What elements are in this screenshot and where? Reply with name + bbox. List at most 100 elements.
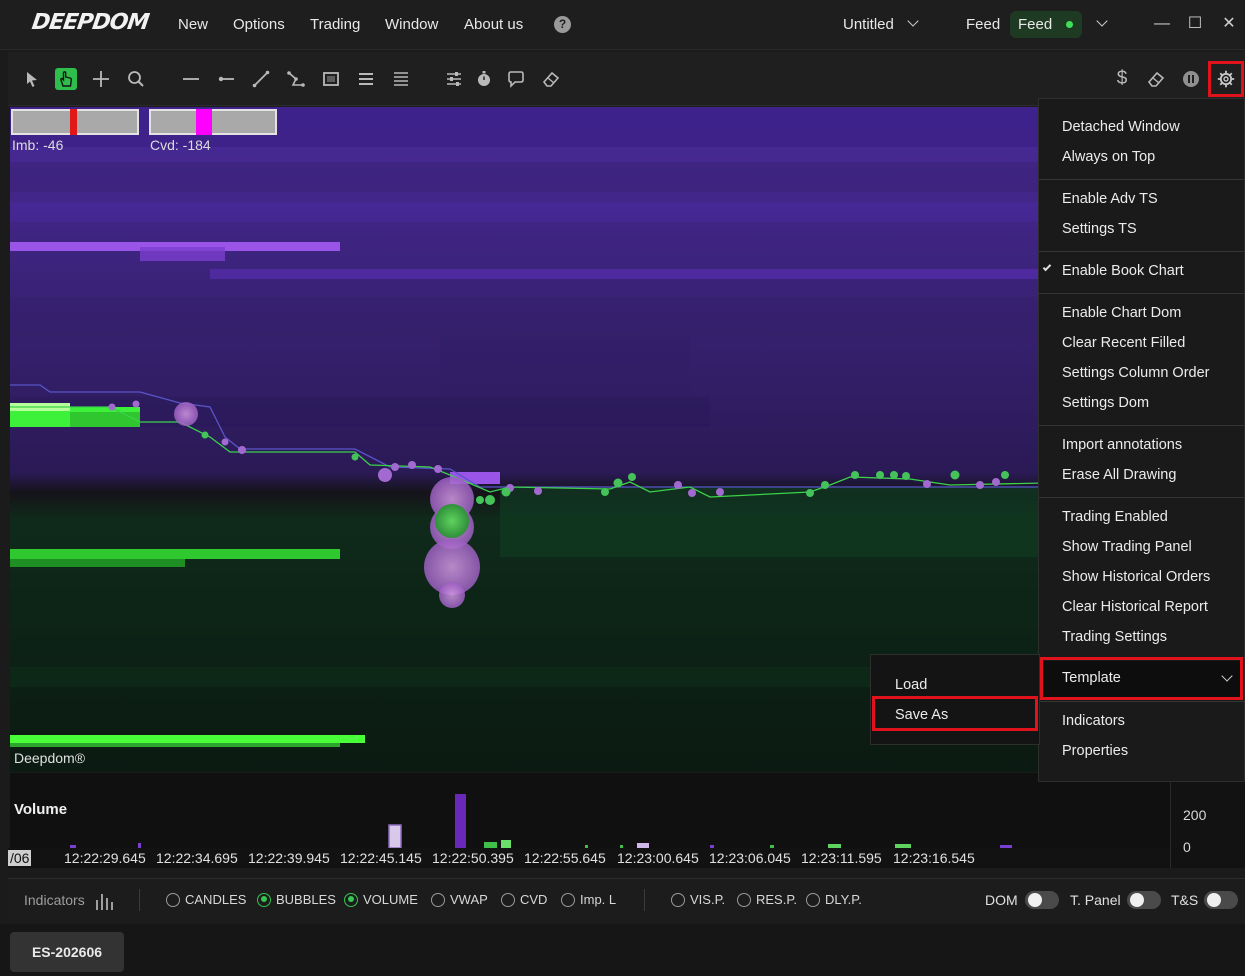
indicator-bar: Indicators CANDLES BUBBLES VOLUME VWAP C… (8, 878, 1245, 922)
polyline-icon[interactable] (285, 68, 307, 90)
crosshair-icon[interactable] (90, 68, 112, 90)
chevron-down-icon[interactable] (907, 15, 919, 27)
comment-icon[interactable] (505, 68, 527, 90)
volume-radio[interactable]: VOLUME (344, 892, 418, 907)
time-label: 12:22:34.695 (156, 850, 238, 866)
menu-divider (1039, 251, 1245, 252)
menu-item-template[interactable]: Template (1043, 661, 1243, 697)
cvd-label: CVD (520, 892, 548, 907)
res-p-label: RES.P. (756, 892, 797, 907)
submenu-item-save-as[interactable]: Save As (895, 707, 948, 723)
cvd-label: Cvd: -184 (150, 137, 211, 153)
radio-dot (806, 892, 820, 907)
hand-icon[interactable] (55, 68, 77, 90)
time-label: 12:23:00.645 (617, 850, 699, 866)
candles-radio[interactable]: CANDLES (166, 892, 246, 907)
menu-bar: DEEPDOM New Options Trading Window About… (0, 0, 1245, 50)
zoom-icon[interactable] (125, 68, 147, 90)
pause-icon[interactable] (1180, 68, 1202, 90)
time-axis: /06 12:22:29.645 12:22:34.695 12:22:39.9… (8, 848, 1170, 868)
pointer-icon[interactable] (21, 68, 43, 90)
menu-new[interactable]: New (178, 16, 208, 33)
menu-item-settings-dom[interactable]: Settings Dom (1062, 395, 1149, 411)
eraser-icon[interactable] (540, 68, 562, 90)
workspace-title[interactable]: Untitled (843, 16, 894, 33)
dollar-icon[interactable]: $ (1111, 68, 1133, 90)
settings-menu: Detached Window Always on Top Enable Adv… (1038, 98, 1245, 782)
divider (644, 889, 645, 911)
eraser-icon[interactable] (1145, 68, 1167, 90)
vis-p-radio[interactable]: VIS.P. (671, 892, 725, 907)
bar-chart-icon[interactable] (94, 892, 114, 910)
bubbles-radio[interactable]: BUBBLES (257, 892, 336, 907)
maximize-button[interactable]: ☐ (1183, 12, 1207, 36)
menu-trading[interactable]: Trading (310, 16, 360, 33)
horizontal-line-icon[interactable] (180, 68, 202, 90)
dom-toggle-label: DOM (985, 892, 1018, 908)
menu-window[interactable]: Window (385, 16, 438, 33)
menu-item-indicators[interactable]: Indicators (1062, 713, 1125, 729)
app-logo: DEEPDOM (30, 10, 151, 35)
cvd-meter (149, 109, 277, 135)
help-icon[interactable]: ? (554, 16, 571, 33)
menu-item-erase-all-drawing[interactable]: Erase All Drawing (1062, 467, 1176, 483)
gear-icon[interactable] (1215, 68, 1237, 90)
imp-l-radio[interactable]: Imp. L (561, 892, 616, 907)
menu-item-import-annotations[interactable]: Import annotations (1062, 437, 1182, 453)
imp-l-label: Imp. L (580, 892, 617, 907)
date-label: /06 (8, 850, 32, 866)
time-and-sales-toggle-label: T&S (1171, 892, 1199, 908)
dly-p-radio[interactable]: DLY.P. (806, 892, 862, 907)
menu-item-trading-enabled[interactable]: Trading Enabled (1062, 509, 1168, 525)
trading-panel-toggle[interactable] (1127, 891, 1161, 909)
menu-divider (1039, 293, 1245, 294)
time-label: 12:22:39.945 (248, 850, 330, 866)
menu-item-show-trading-panel[interactable]: Show Trading Panel (1062, 539, 1192, 555)
indicators-label[interactable]: Indicators (24, 892, 85, 908)
timer-icon[interactable] (473, 68, 495, 90)
volume-pane[interactable]: Volume (10, 773, 1170, 848)
trend-line-icon[interactable] (250, 68, 272, 90)
menu-item-clear-recent-filled[interactable]: Clear Recent Filled (1062, 335, 1185, 351)
list-icon[interactable] (355, 68, 377, 90)
grid-lines-icon[interactable] (390, 68, 412, 90)
menu-item-settings-ts[interactable]: Settings TS (1062, 221, 1137, 237)
volume-tick-zero: 0 (1183, 839, 1191, 855)
menu-item-properties[interactable]: Properties (1062, 743, 1128, 759)
vwap-radio[interactable]: VWAP (431, 892, 488, 907)
menu-item-settings-column-order[interactable]: Settings Column Order (1062, 365, 1209, 381)
connected-dot-icon (1066, 21, 1073, 28)
chevron-down-icon[interactable] (1096, 15, 1108, 27)
close-button[interactable]: ✕ (1217, 12, 1241, 36)
menu-item-enable-book-chart[interactable]: Enable Book Chart (1062, 263, 1184, 279)
minimize-button[interactable]: — (1150, 12, 1174, 36)
menu-item-enable-chart-dom[interactable]: Enable Chart Dom (1062, 305, 1181, 321)
trading-panel-toggle-label: T. Panel (1070, 892, 1121, 908)
dly-p-label: DLY.P. (825, 892, 862, 907)
feed-status-badge[interactable]: Feed (1010, 11, 1082, 38)
submenu-item-load[interactable]: Load (895, 677, 927, 693)
sliders-icon[interactable] (443, 68, 465, 90)
volume-label: VOLUME (363, 892, 418, 907)
menu-item-show-historical-orders[interactable]: Show Historical Orders (1062, 569, 1210, 585)
menu-item-enable-adv-ts[interactable]: Enable Adv TS (1062, 191, 1158, 207)
menu-item-clear-historical-report[interactable]: Clear Historical Report (1062, 599, 1208, 615)
menu-about-us[interactable]: About us (464, 16, 523, 33)
dom-toggle[interactable] (1025, 891, 1059, 909)
time-label: 12:23:11.595 (801, 850, 882, 866)
symbol-tab[interactable]: ES-202606 (10, 932, 124, 972)
time-and-sales-toggle[interactable] (1204, 891, 1238, 909)
rectangle-icon[interactable] (320, 68, 342, 90)
menu-item-always-on-top[interactable]: Always on Top (1062, 149, 1155, 165)
menu-divider (1039, 179, 1245, 180)
menu-item-trading-settings[interactable]: Trading Settings (1062, 629, 1167, 645)
cvd-radio[interactable]: CVD (501, 892, 547, 907)
volume-bars (70, 794, 1012, 848)
menu-options[interactable]: Options (233, 16, 285, 33)
menu-divider (1039, 497, 1245, 498)
menu-item-detached-window[interactable]: Detached Window (1062, 119, 1180, 135)
radio-dot (431, 892, 445, 907)
divider (139, 889, 140, 911)
ray-icon[interactable] (215, 68, 237, 90)
res-p-radio[interactable]: RES.P. (737, 892, 797, 907)
